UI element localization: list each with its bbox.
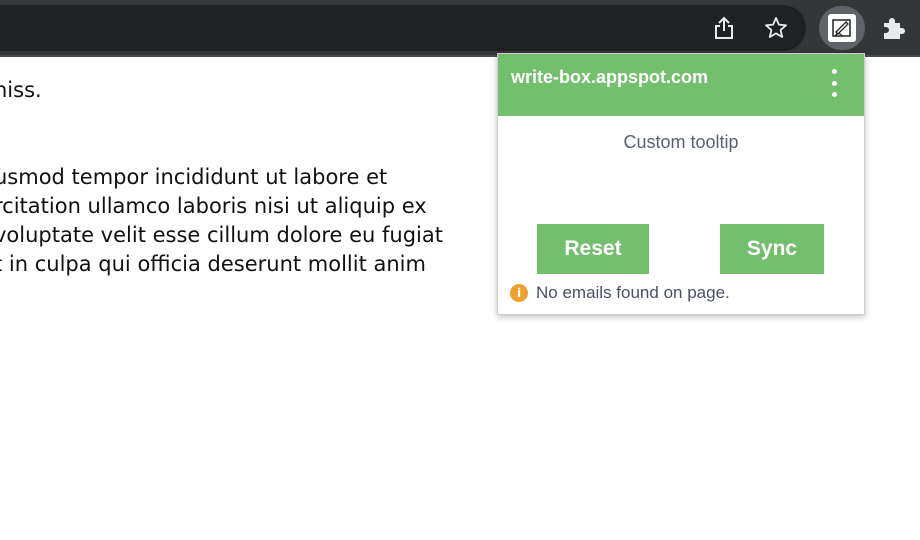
info-icon: i xyxy=(510,284,528,302)
address-bar[interactable] xyxy=(0,5,806,51)
popup-header: write-box.appspot.com xyxy=(498,54,864,116)
status-message: i No emails found on page. xyxy=(510,283,730,303)
extension-popup: write-box.appspot.com Custom tooltip Res… xyxy=(497,53,865,315)
reset-button[interactable]: Reset xyxy=(537,224,649,274)
write-box-extension-button[interactable] xyxy=(819,6,865,50)
custom-tooltip-label: Custom tooltip xyxy=(623,132,739,152)
write-box-extension-icon xyxy=(828,14,856,42)
puzzle-icon[interactable] xyxy=(876,12,910,44)
share-icon[interactable] xyxy=(708,12,740,44)
star-icon[interactable] xyxy=(760,12,792,44)
page-text-line: t in culpa qui officia deserunt mollit a… xyxy=(0,252,426,276)
page-text-line: rcitation ullamco laboris nisi ut aliqui… xyxy=(0,194,427,218)
page-text-line: niss. xyxy=(0,78,42,102)
page-text-line: voluptate velit esse cillum dolore eu fu… xyxy=(0,223,443,247)
more-options-icon[interactable] xyxy=(824,69,844,97)
sync-button[interactable]: Sync xyxy=(720,224,824,274)
status-text: No emails found on page. xyxy=(536,283,730,302)
page-text-line: usmod tempor incididunt ut labore et xyxy=(0,165,388,189)
popup-title: write-box.appspot.com xyxy=(511,67,709,87)
browser-toolbar xyxy=(0,0,920,57)
